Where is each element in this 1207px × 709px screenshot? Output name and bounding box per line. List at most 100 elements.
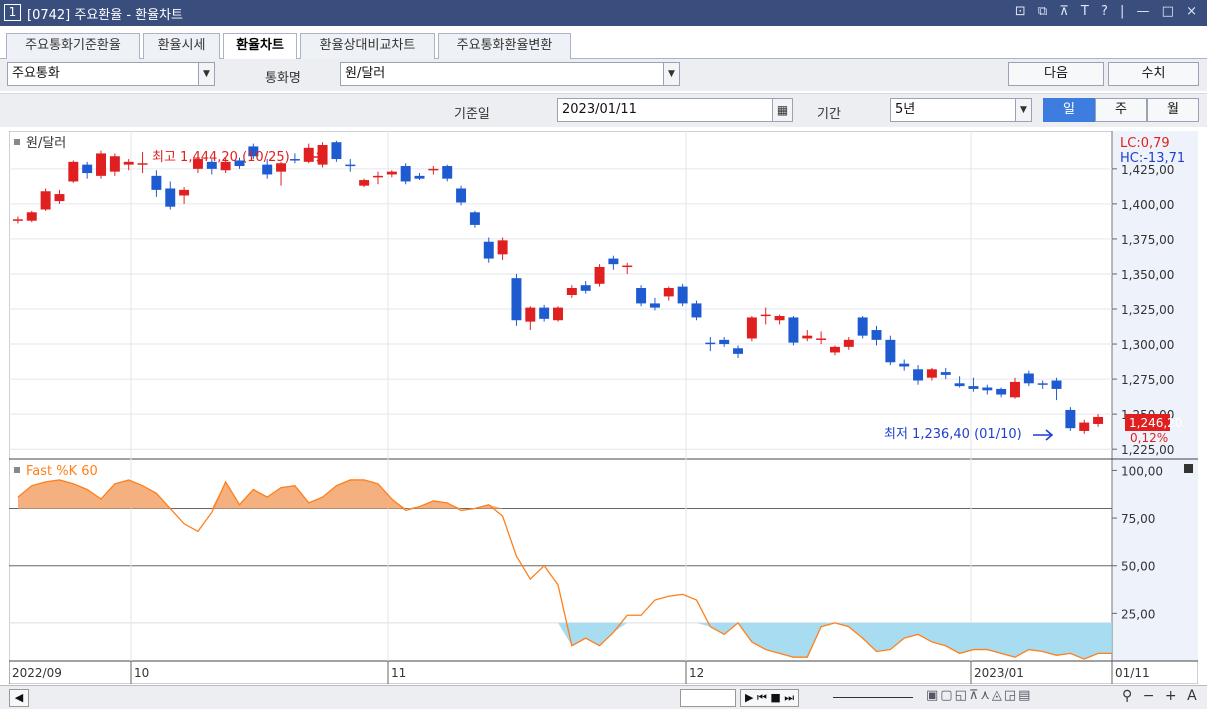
last-change-value: 0,12% bbox=[1130, 431, 1168, 445]
price-tick-label: 1,275,00 bbox=[1121, 373, 1174, 387]
candle-body bbox=[636, 287, 647, 304]
period-weekly-button[interactable]: 주 bbox=[1095, 98, 1147, 122]
candle-body bbox=[746, 317, 757, 339]
osc-tick-label: 50,00 bbox=[1121, 560, 1155, 574]
candle-body bbox=[137, 163, 148, 165]
candle-body bbox=[691, 303, 702, 318]
date-input[interactable]: 2023/01/11 ▦ bbox=[557, 98, 793, 122]
currency-select-value: 원/달러 bbox=[345, 66, 386, 81]
time-tick-label: 01/11 bbox=[1115, 666, 1150, 680]
zoom-slider[interactable] bbox=[833, 697, 913, 698]
currency-select[interactable]: 원/달러 ▼ bbox=[340, 62, 680, 86]
date-label: 기준일 bbox=[454, 107, 490, 122]
price-tick-label: 1,325,00 bbox=[1121, 303, 1174, 317]
window-controls[interactable]: ⊡ ⧉ ⊼ T ? | — □ × bbox=[1015, 4, 1201, 19]
period-select[interactable]: 5년 ▼ bbox=[890, 98, 1032, 122]
lc-value: LC:0,79 bbox=[1120, 136, 1170, 151]
candle-body bbox=[289, 159, 300, 161]
candle-body bbox=[1079, 422, 1090, 431]
time-tick-label: 2023/01 bbox=[974, 666, 1024, 680]
period-label: 기간 bbox=[817, 107, 841, 122]
period-daily-button[interactable]: 일 bbox=[1043, 98, 1095, 122]
scroll-left-icon[interactable]: ◀ bbox=[9, 689, 29, 707]
candle-body bbox=[553, 307, 563, 321]
candle-body bbox=[345, 164, 356, 167]
price-tick-label: 1,300,00 bbox=[1121, 338, 1174, 352]
chevron-down-icon[interactable]: ▼ bbox=[1015, 99, 1031, 121]
candle-body bbox=[400, 166, 411, 182]
close-icon[interactable] bbox=[1184, 464, 1193, 473]
category-select[interactable]: 주요통화 ▼ bbox=[7, 62, 215, 86]
candle-body bbox=[954, 383, 965, 387]
candle-body bbox=[843, 339, 854, 347]
chevron-down-icon[interactable]: ▼ bbox=[198, 63, 214, 85]
candle-body bbox=[816, 338, 827, 340]
candle-body bbox=[68, 161, 79, 182]
candle-body bbox=[829, 346, 840, 353]
candle-body bbox=[151, 175, 162, 190]
candle-body bbox=[414, 175, 425, 179]
playback-controls[interactable]: ▶ ⏮ ■ ⏭ bbox=[740, 689, 800, 707]
tab-rate-converter[interactable]: 주요통화환율변환 bbox=[438, 33, 571, 59]
tab-major-currency-rate[interactable]: 주요통화기준환율 bbox=[6, 33, 140, 59]
candle-body bbox=[913, 369, 924, 381]
tab-rate-chart[interactable]: 환율차트 bbox=[223, 33, 297, 60]
scrollbar-thumb[interactable] bbox=[680, 689, 736, 707]
time-tick-label: 2022/09 bbox=[12, 666, 62, 680]
candle-body bbox=[594, 266, 605, 284]
date-input-value: 2023/01/11 bbox=[562, 102, 637, 117]
window-number-badge: 1 bbox=[4, 4, 21, 21]
price-tick-label: 1,400,00 bbox=[1121, 198, 1174, 212]
control-row-currency: 주요통화 ▼ 통화명 원/달러 ▼ 다음 수치 bbox=[0, 59, 1207, 91]
window-title: [0742] 주요환율 - 환율차트 bbox=[27, 8, 183, 23]
candle-body bbox=[649, 303, 660, 308]
candle-body bbox=[760, 314, 771, 317]
chevron-down-icon[interactable]: ▼ bbox=[663, 63, 679, 85]
numeric-button[interactable]: 수치 bbox=[1108, 62, 1199, 86]
calendar-icon[interactable]: ▦ bbox=[772, 99, 792, 121]
candle-body bbox=[1093, 416, 1104, 424]
period-select-value: 5년 bbox=[895, 102, 916, 117]
price-panel-title: 원/달러 bbox=[26, 136, 66, 151]
window-title-bar: 1 [0742] 주요환율 - 환율차트 ⊡ ⧉ ⊼ T ? | — □ × bbox=[0, 0, 1207, 26]
candle-body bbox=[359, 180, 370, 186]
candle-body bbox=[12, 219, 23, 221]
candle-body bbox=[885, 339, 896, 363]
candle-body bbox=[899, 363, 910, 367]
candle-body bbox=[677, 286, 688, 304]
last-price-value: 1,246,20 bbox=[1129, 416, 1182, 430]
control-row-date: 기준일 2023/01/11 ▦ 기간 5년 ▼ 일 주 월 bbox=[0, 93, 1207, 127]
candle-body bbox=[982, 387, 993, 391]
candle-body bbox=[262, 164, 273, 175]
candle-body bbox=[719, 339, 730, 345]
zoom-controls-icon[interactable]: ⚲ − + A bbox=[1122, 688, 1200, 704]
candle-body bbox=[871, 330, 882, 340]
price-tick-label: 1,375,00 bbox=[1121, 233, 1174, 247]
candle-body bbox=[996, 388, 1007, 395]
candle-body bbox=[96, 153, 106, 176]
tab-relative-compare-chart[interactable]: 환율상대비교차트 bbox=[300, 33, 435, 59]
tab-rate-quotes[interactable]: 환율시세 bbox=[143, 33, 220, 59]
period-monthly-button[interactable]: 월 bbox=[1147, 98, 1199, 122]
time-tick-label: 10 bbox=[134, 666, 149, 680]
candle-body bbox=[179, 189, 190, 196]
candle-body bbox=[511, 278, 522, 321]
low-annotation: 최저 1,236,40 (01/10) bbox=[884, 427, 1022, 442]
legend-square-icon bbox=[14, 467, 20, 473]
tab-bar: 주요통화기준환율 환율시세 환율차트 환율상대비교차트 주요통화환율변환 bbox=[0, 26, 1207, 60]
drawing-tools-icon[interactable]: ▣▢◱⊼⋏◬◲▤ bbox=[926, 688, 1032, 703]
candle-body bbox=[303, 147, 314, 162]
currency-label: 통화명 bbox=[265, 71, 301, 86]
candle-body bbox=[857, 317, 868, 336]
candle-body bbox=[469, 212, 480, 225]
candle-body bbox=[968, 386, 979, 389]
candle-body bbox=[456, 188, 467, 203]
candle-body bbox=[622, 265, 633, 268]
hc-value: HC:-13,71 bbox=[1120, 151, 1185, 166]
candle-body bbox=[705, 342, 716, 345]
oscillator-title: Fast %K 60 bbox=[26, 464, 98, 479]
candle-body bbox=[26, 212, 37, 221]
rate-chart[interactable]: 1,425,001,400,001,375,001,350,001,325,00… bbox=[9, 131, 1198, 684]
next-button[interactable]: 다음 bbox=[1008, 62, 1104, 86]
candle-body bbox=[788, 317, 799, 343]
